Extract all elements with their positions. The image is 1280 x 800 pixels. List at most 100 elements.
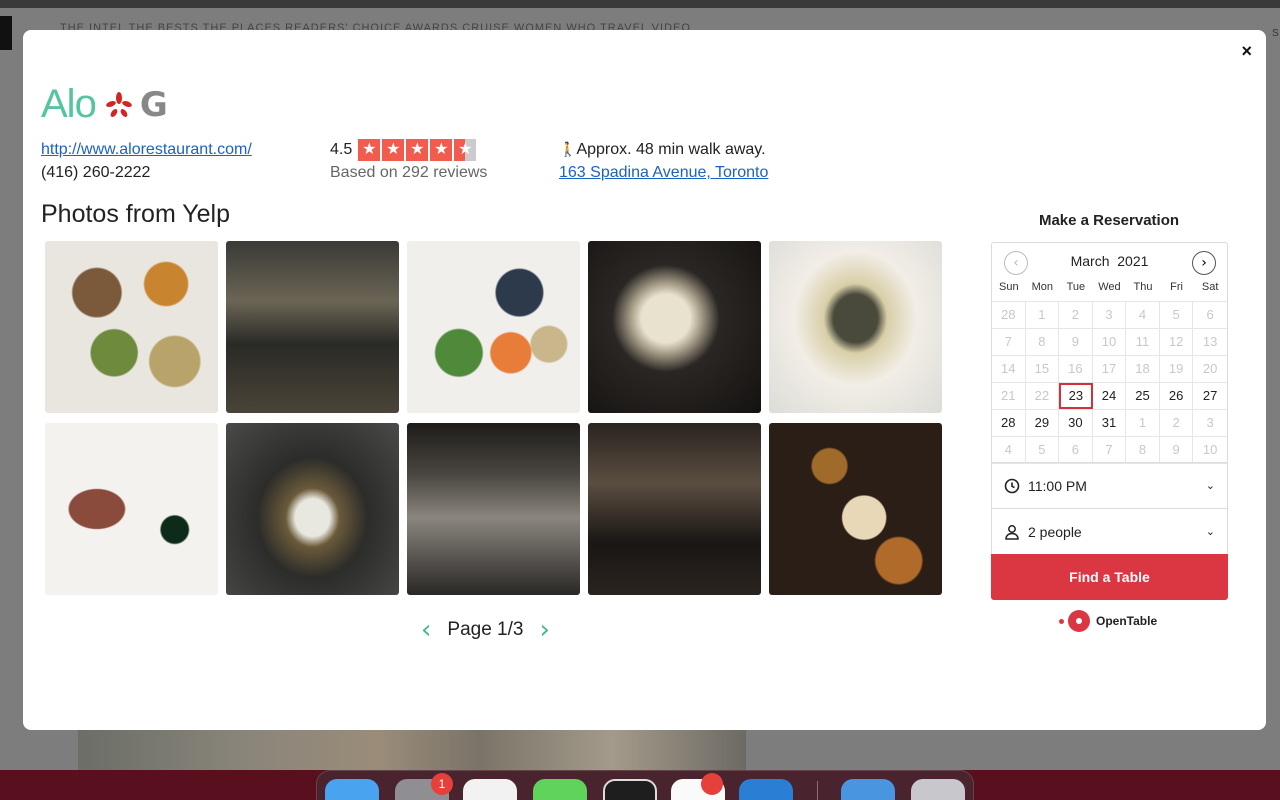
calendar-day: 17 xyxy=(1093,356,1127,382)
calendar-day: 18 xyxy=(1126,356,1160,382)
calendar-grid: 28 1 2 3 4 5 6 7 8 9 10 11 12 13 14 15 16 17 18 19 20 21 22 23 2… xyxy=(992,301,1227,464)
calendar-day: 3 xyxy=(1093,302,1127,328)
website-link[interactable]: http://www.alorestaurant.com/ xyxy=(41,138,252,161)
calendar-day: 20 xyxy=(1202,361,1218,376)
browser-top-bar xyxy=(0,0,1280,8)
photo-3[interactable] xyxy=(407,241,580,413)
calendar-day: 10 xyxy=(1202,442,1218,457)
calendar-header: March 2021 ‹ › xyxy=(992,249,1227,275)
reservation-widget: March 2021 ‹ › Sun Mon Tue Wed Thu Fri Sat 28 1… xyxy=(991,242,1228,600)
messages-icon[interactable] xyxy=(533,779,587,800)
find-table-button[interactable]: Find a Table xyxy=(991,554,1228,600)
location-info: 🚶 Approx. 48 min walk away. 163 Spadina … xyxy=(559,138,768,184)
contact-info: http://www.alorestaurant.com/ (416) 260-… xyxy=(41,138,252,184)
opentable-dot-icon xyxy=(1059,618,1064,624)
calendar-day[interactable]: 24 xyxy=(1093,383,1127,409)
calendar-day: 22 xyxy=(1026,383,1060,409)
calendar-day: 1 xyxy=(1126,410,1160,436)
calendar-day: 13 xyxy=(1202,334,1218,349)
reservation-title: Make a Reservation xyxy=(1038,212,1180,229)
close-button[interactable]: × xyxy=(1241,41,1252,62)
star-icon: ★ xyxy=(406,138,429,161)
system-preferences-icon[interactable]: 1 xyxy=(395,773,453,800)
next-month-icon[interactable]: › xyxy=(1192,251,1216,275)
title-row: Alo G xyxy=(41,82,168,127)
calendar-day[interactable]: 27 xyxy=(1193,383,1227,409)
calendar-day[interactable]: 31 xyxy=(1093,410,1127,436)
photo-5[interactable] xyxy=(769,241,942,413)
reviews-count: Based on 292 reviews xyxy=(330,164,488,181)
calendar-day[interactable]: 25 xyxy=(1126,383,1160,409)
calendar-day: 19 xyxy=(1160,356,1194,382)
calendar-day: 8 xyxy=(1126,437,1160,463)
party-size-value: 2 people xyxy=(1028,523,1082,540)
photo-1[interactable] xyxy=(45,241,218,413)
time-select[interactable]: 11:00 PM ⌄ xyxy=(992,462,1227,508)
site-header-right: S xyxy=(1272,28,1279,39)
dock-separator xyxy=(817,781,818,800)
calendar-day: 28 xyxy=(992,302,1026,328)
photo-4[interactable] xyxy=(588,241,761,413)
chevron-down-icon: ⌄ xyxy=(1205,526,1215,538)
calendar-day: 1 xyxy=(1026,302,1060,328)
photo-8[interactable] xyxy=(407,423,580,595)
chrome-icon[interactable] xyxy=(463,779,517,800)
slack-icon[interactable] xyxy=(671,773,725,800)
opentable-logo: OpenTable xyxy=(1059,610,1157,632)
background-photo xyxy=(78,730,746,770)
calendar-day: 14 xyxy=(992,356,1026,382)
star-icon: ★ xyxy=(358,138,381,161)
half-star-icon: ★ xyxy=(454,138,477,161)
calendar-day[interactable]: 26 xyxy=(1160,383,1194,409)
calendar-day[interactable]: 28 xyxy=(992,410,1026,436)
photo-pager: ‹ Page 1/3 › xyxy=(421,615,550,645)
calendar-week: 21 22 23 24 25 26 27 xyxy=(992,383,1227,410)
calendar-day: 3 xyxy=(1206,415,1214,430)
party-size-select[interactable]: 2 people ⌄ xyxy=(992,508,1227,554)
photo-2[interactable] xyxy=(226,241,399,413)
calendar-week: 7 8 9 10 11 12 13 xyxy=(992,329,1227,356)
next-page-icon[interactable]: › xyxy=(539,615,549,645)
calendar-day: 15 xyxy=(1026,356,1060,382)
chevron-down-icon: ⌄ xyxy=(1205,480,1215,492)
calendar-day: 9 xyxy=(1059,329,1093,355)
finder-icon[interactable] xyxy=(325,779,379,800)
calendar-day[interactable]: 29 xyxy=(1026,410,1060,436)
notification-badge xyxy=(701,773,723,795)
photo-7[interactable] xyxy=(226,423,399,595)
rating-value: 4.5 xyxy=(330,141,353,158)
phone-number: (416) 260-2222 xyxy=(41,164,151,181)
calendar-day: 9 xyxy=(1160,437,1194,463)
page-indicator: Page 1/3 xyxy=(447,619,524,640)
photo-10[interactable] xyxy=(769,423,942,595)
weekday-row: Sun Mon Tue Wed Thu Fri Sat xyxy=(992,281,1227,293)
calendar-day-selected[interactable]: 23 xyxy=(1059,383,1093,409)
weekday-label: Sat xyxy=(1201,281,1219,293)
site-logo xyxy=(0,16,12,50)
restaurant-name: Alo xyxy=(41,82,97,126)
photo-9[interactable] xyxy=(588,423,761,595)
vscode-icon[interactable] xyxy=(739,779,793,800)
google-icon[interactable]: G xyxy=(140,85,168,125)
calendar-day: 5 xyxy=(1160,302,1194,328)
folder-icon[interactable] xyxy=(841,779,895,800)
prev-month-icon[interactable]: ‹ xyxy=(1004,251,1028,275)
calendar-day: 7 xyxy=(992,329,1026,355)
yelp-icon[interactable] xyxy=(106,91,132,118)
photos-heading: Photos from Yelp xyxy=(41,200,231,228)
calendar-day: 5 xyxy=(1026,437,1060,463)
prev-page-icon[interactable]: ‹ xyxy=(421,615,431,645)
terminal-icon[interactable] xyxy=(603,779,657,800)
weekday-label: Wed xyxy=(1098,281,1121,293)
rating-info: 4.5 ★ ★ ★ ★ ★ Based on 292 reviews xyxy=(330,138,487,184)
photo-6[interactable] xyxy=(45,423,218,595)
address-link[interactable]: 163 Spadina Avenue, Toronto xyxy=(559,161,768,184)
time-value: 11:00 PM xyxy=(1028,477,1087,494)
month-label: March xyxy=(1070,253,1110,269)
clock-icon xyxy=(1004,478,1020,493)
calendar-day[interactable]: 30 xyxy=(1059,410,1093,436)
trash-icon[interactable] xyxy=(911,779,965,800)
calendar-day: 21 xyxy=(992,383,1026,409)
calendar-week: 28 29 30 31 1 2 3 xyxy=(992,410,1227,437)
calendar-day: 11 xyxy=(1126,329,1160,355)
